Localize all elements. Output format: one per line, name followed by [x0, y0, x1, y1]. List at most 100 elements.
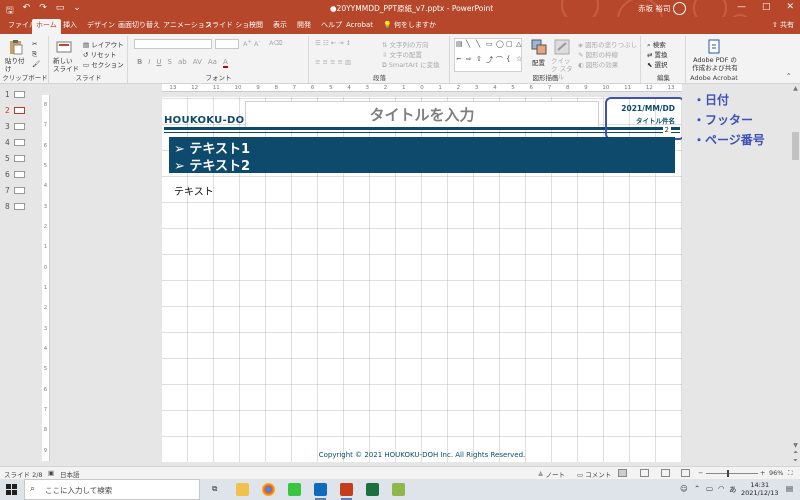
curve-shape-icon[interactable]: ⤴: [486, 55, 495, 71]
slide-thumb-1[interactable]: 1: [5, 90, 25, 99]
vertical-scrollbar[interactable]: ▲ ▼ ⏶ ⏷: [791, 84, 800, 465]
ime-indicator[interactable]: あ: [729, 484, 737, 495]
slide-thumb-2[interactable]: 2: [5, 106, 25, 115]
share-button[interactable]: ⇧ 共有: [772, 20, 794, 30]
zoom-out-icon[interactable]: −: [698, 469, 703, 477]
replace-button[interactable]: ⇄ 置換: [647, 49, 668, 59]
taskbar-clock[interactable]: 14:31 2021/12/13: [741, 481, 778, 497]
paste-icon[interactable]: [8, 39, 24, 55]
slide-thumb-8[interactable]: 8: [5, 202, 25, 211]
shape-effects-button[interactable]: ◐ 図形の効果: [578, 59, 618, 69]
tab-developer[interactable]: 開発: [293, 19, 315, 34]
arrange-icon[interactable]: [531, 39, 547, 55]
prev-slide-icon[interactable]: ⏶: [791, 449, 800, 457]
smartart-button[interactable]: ⧉ SmartArt に変換: [382, 59, 440, 70]
tab-acrobat[interactable]: Acrobat: [342, 19, 377, 34]
taskbar-search[interactable]: ⌕ ここに入力して検索: [24, 479, 200, 500]
quick-styles-icon[interactable]: [554, 39, 570, 55]
slide-thumb-6[interactable]: 6: [5, 170, 25, 179]
wifi-icon[interactable]: ◠: [718, 484, 725, 493]
roundrect-shape-icon[interactable]: ▢: [506, 40, 515, 54]
body-text[interactable]: テキスト: [174, 183, 214, 198]
case-button[interactable]: Aa: [208, 58, 217, 68]
reset-button[interactable]: ↺ リセット: [83, 49, 117, 59]
new-slide-icon[interactable]: [56, 39, 72, 55]
select-button[interactable]: ⬉ 選択: [647, 59, 668, 69]
shapes-gallery[interactable]: ▤ ╲ ╲ ▭ ◯ ▢ △ ⌐ ⇨ ⇧ ⤴ ⌒{☆: [454, 38, 522, 72]
windows-start-icon[interactable]: [6, 484, 17, 495]
tray-chevron-icon[interactable]: ⌃: [694, 484, 700, 493]
scroll-thumb[interactable]: [792, 132, 799, 160]
person-icon[interactable]: ☺: [680, 484, 688, 493]
arc-shape-icon[interactable]: ⌒: [496, 55, 505, 71]
strikethrough-button[interactable]: S: [168, 58, 172, 68]
fit-slide-icon[interactable]: ⛶: [788, 469, 793, 478]
slide-sorter-icon[interactable]: [640, 469, 649, 477]
font-name-combo[interactable]: [134, 39, 212, 49]
zoom-slider[interactable]: [706, 473, 758, 474]
slide-canvas[interactable]: HOUKOKU-DOH タイトルを入力 2021/MM/DD タイトル件名 2 …: [162, 97, 682, 462]
paste-button[interactable]: 貼り付け: [5, 57, 29, 73]
uarrow-shape-icon[interactable]: ⇧: [476, 55, 485, 71]
slide-thumb-7[interactable]: 7: [5, 186, 25, 195]
battery-icon[interactable]: ▭: [706, 484, 713, 493]
collapse-ribbon-icon[interactable]: ⌃: [786, 72, 791, 80]
tell-me-box[interactable]: 💡 何をしますか: [383, 20, 436, 30]
notes-button[interactable]: ≜ ノート: [538, 469, 565, 479]
format-painter-icon[interactable]: 🖌: [32, 60, 40, 68]
scroll-up-icon[interactable]: ▲: [791, 85, 800, 92]
zoom-level[interactable]: 96%: [769, 469, 783, 477]
copy-icon[interactable]: ⎘: [32, 50, 37, 59]
close-button[interactable]: ✕: [786, 2, 794, 12]
normal-view-icon[interactable]: [618, 469, 627, 477]
powerpoint-icon[interactable]: [340, 483, 353, 500]
font-size-combo[interactable]: [215, 39, 239, 49]
title-placeholder[interactable]: タイトルを入力: [245, 101, 599, 128]
excel-icon[interactable]: [366, 483, 379, 496]
strike-button[interactable]: ab: [178, 58, 187, 68]
triangle-shape-icon[interactable]: △: [516, 40, 525, 54]
align-icons[interactable]: ≡ ≡ ≡ ≡ ▥: [315, 58, 351, 66]
elbow-shape-icon[interactable]: ⌐: [456, 55, 465, 71]
spacing-button[interactable]: AV: [193, 58, 202, 68]
arrange-button[interactable]: 配置: [532, 57, 545, 67]
layout-button[interactable]: ▤ レイアウト: [83, 39, 124, 49]
horizontal-ruler[interactable]: 13 12 11 10 9 8 7 6 5 4 3 2 1 0 1 2 3 4 5 6 7 8 9 10 11 12 13: [162, 84, 682, 92]
notification-icon[interactable]: ▤: [786, 484, 793, 493]
grow-font-icon[interactable]: A+ A-: [243, 39, 260, 48]
vertical-ruler[interactable]: 8 7 6 5 4 3 2 1 0 1 2 3 4 5 6 7 8 9: [42, 95, 50, 461]
tab-insert[interactable]: 挿入: [59, 19, 81, 34]
tab-review[interactable]: 校閲: [245, 19, 267, 34]
clear-format-icon[interactable]: A⌫: [269, 39, 283, 47]
task-view-icon[interactable]: ⧉: [212, 484, 217, 494]
bold-button[interactable]: B: [137, 58, 142, 68]
language-indicator[interactable]: 日本語: [60, 469, 80, 479]
tab-transitions[interactable]: 画面切り替え: [114, 19, 164, 34]
slide-thumb-4[interactable]: 4: [5, 138, 25, 147]
textbox-shape-icon[interactable]: ▤: [456, 40, 465, 54]
shape-fill-button[interactable]: ◈ 図形の塗りつぶし: [578, 39, 637, 49]
maximize-button[interactable]: □: [762, 2, 771, 12]
outlook-icon[interactable]: [314, 483, 327, 500]
slide-thumb-5[interactable]: 5: [5, 154, 25, 163]
user-name[interactable]: 赤坂 裕司: [638, 3, 670, 14]
pdf-icon[interactable]: [706, 39, 722, 55]
line-shape-icon[interactable]: ╲: [466, 40, 475, 54]
arrow-shape-icon[interactable]: ⇨: [466, 55, 475, 71]
paint-app-icon[interactable]: [392, 483, 405, 496]
text-banner[interactable]: ➢ テキスト1 ➢ テキスト2: [169, 137, 675, 174]
minimize-button[interactable]: —: [737, 2, 746, 12]
font-color-button[interactable]: A: [222, 58, 228, 68]
explorer-icon[interactable]: [236, 483, 249, 496]
tab-view[interactable]: 表示: [269, 19, 291, 34]
zoom-in-icon[interactable]: +: [760, 469, 765, 477]
new-slide-button[interactable]: 新しい スライド: [53, 57, 79, 73]
cut-icon[interactable]: ✂: [32, 40, 37, 48]
align-text-button[interactable]: ⇳ 文字の配置: [382, 49, 422, 59]
spellcheck-icon[interactable]: ▣: [48, 469, 54, 477]
slide-thumb-3[interactable]: 3: [5, 122, 25, 131]
create-pdf-button[interactable]: Adobe PDF の 作成および共有: [689, 56, 741, 72]
shape-outline-button[interactable]: ✎ 図形の枠線: [578, 49, 618, 59]
section-button[interactable]: ▭ セクション: [83, 59, 124, 69]
line-icon[interactable]: [288, 483, 301, 496]
